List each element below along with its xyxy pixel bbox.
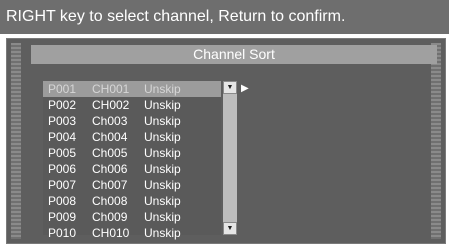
program-number: P005 bbox=[48, 146, 77, 160]
channel-row[interactable]: P005 Ch005 Unskip bbox=[43, 145, 221, 161]
program-number: P002 bbox=[48, 98, 77, 112]
dropdown-arrow-icon[interactable]: ▼ bbox=[223, 81, 237, 94]
channel-row[interactable]: P010 CH010 Unskip bbox=[43, 225, 221, 241]
channel-name: Ch003 bbox=[92, 114, 128, 128]
program-number: P008 bbox=[48, 194, 77, 208]
channel-list-scrollbar[interactable]: ▼ ▼ bbox=[223, 81, 237, 235]
skip-status: Unskip bbox=[144, 226, 181, 240]
program-number: P010 bbox=[48, 226, 77, 240]
channel-name: CH010 bbox=[92, 226, 130, 240]
skip-status: Unskip bbox=[144, 114, 181, 128]
skip-status: Unskip bbox=[144, 82, 181, 96]
channel-row[interactable]: P001 CH001 Unskip bbox=[43, 81, 221, 97]
skip-status: Unskip bbox=[144, 130, 181, 144]
right-stripe-decoration bbox=[431, 43, 441, 239]
tv-menu-screen: RIGHT key to select channel, Return to c… bbox=[0, 0, 449, 246]
program-number: P003 bbox=[48, 114, 77, 128]
channel-name: Ch007 bbox=[92, 178, 128, 192]
channel-row[interactable]: P003 Ch003 Unskip bbox=[43, 113, 221, 129]
channel-row[interactable]: P007 Ch007 Unskip bbox=[43, 177, 221, 193]
channel-name: Ch008 bbox=[92, 194, 128, 208]
skip-status: Unskip bbox=[144, 162, 181, 176]
dialog-title: Channel Sort bbox=[31, 45, 437, 64]
channel-name: Ch009 bbox=[92, 210, 128, 224]
channel-name: Ch005 bbox=[92, 146, 128, 160]
channel-name: CH002 bbox=[92, 98, 130, 112]
program-number: P006 bbox=[48, 162, 77, 176]
program-number: P004 bbox=[48, 130, 77, 144]
channel-name: Ch006 bbox=[92, 162, 128, 176]
skip-status: Unskip bbox=[144, 194, 181, 208]
program-number: P001 bbox=[48, 82, 77, 96]
channel-sort-panel: Channel Sort P001 CH001 Unskip P002 CH00… bbox=[6, 38, 446, 244]
program-number: P009 bbox=[48, 210, 77, 224]
channel-list[interactable]: P001 CH001 Unskip P002 CH002 Unskip P003… bbox=[43, 81, 221, 240]
channel-name: Ch004 bbox=[92, 130, 128, 144]
channel-row[interactable]: P009 Ch009 Unskip bbox=[43, 209, 221, 225]
skip-status: Unskip bbox=[144, 210, 181, 224]
channel-row[interactable]: P006 Ch006 Unskip bbox=[43, 161, 221, 177]
left-stripe-decoration bbox=[11, 43, 21, 239]
channel-row[interactable]: P008 Ch008 Unskip bbox=[43, 193, 221, 209]
channel-name: CH001 bbox=[92, 82, 130, 96]
skip-status: Unskip bbox=[144, 98, 181, 112]
channel-row[interactable]: P004 Ch004 Unskip bbox=[43, 129, 221, 145]
program-number: P007 bbox=[48, 178, 77, 192]
hint-text: RIGHT key to select channel, Return to c… bbox=[0, 0, 449, 34]
channel-row[interactable]: P002 CH002 Unskip bbox=[43, 97, 221, 113]
dropdown-arrow-icon[interactable]: ▼ bbox=[223, 222, 237, 235]
right-pointer-icon: ▶ bbox=[241, 83, 249, 94]
skip-status: Unskip bbox=[144, 146, 181, 160]
skip-status: Unskip bbox=[144, 178, 181, 192]
